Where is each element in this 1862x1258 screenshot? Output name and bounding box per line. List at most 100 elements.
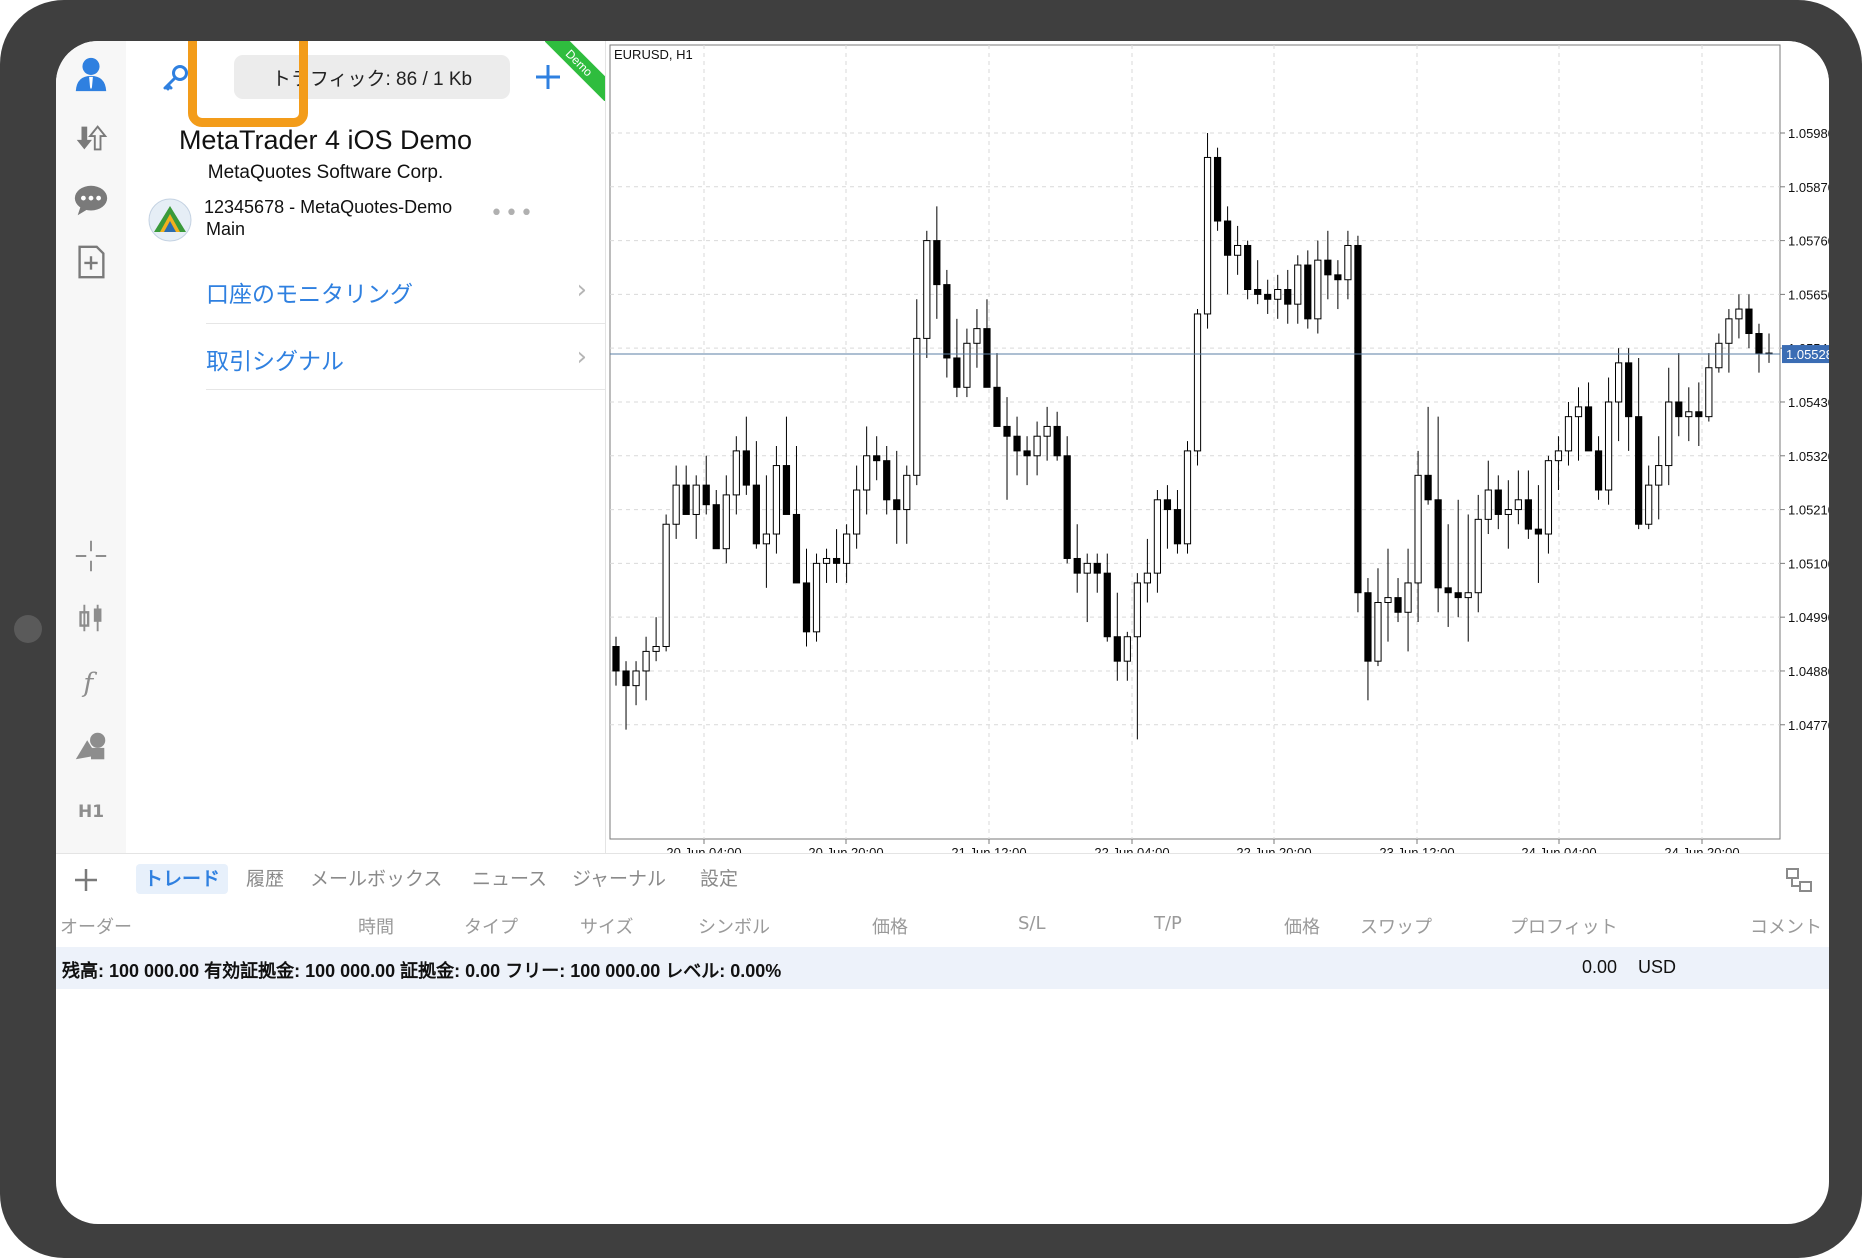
chart-type-icon[interactable] [70,597,112,639]
crosshair-icon[interactable] [70,535,112,577]
bear-candle [1173,509,1182,545]
bull-candle [973,328,981,344]
bull-candle [923,240,931,339]
bear-candle [702,484,710,506]
candlestick-chart[interactable]: 1.059801.058701.057601.056501.055401.054… [606,41,1829,853]
bull-candle [1344,244,1352,281]
bear-candle [1675,401,1683,418]
bull-candle [1715,342,1723,369]
menu-item-label: 取引シグナル [206,349,344,375]
total-profit: 0.00 [1582,957,1618,977]
objects-icon[interactable] [70,725,112,767]
y-tick-label: 1.05210 [1788,503,1829,518]
y-tick-label: 1.05870 [1788,180,1829,195]
trade-icon[interactable] [70,117,112,159]
bull-candle [692,484,700,515]
tab-mailbox[interactable]: メールボックス [310,864,442,894]
app-screen: f H1 トラフィック: 86 / 1 Kb Demo MetaTrader 4… [56,41,1829,1224]
bear-candle [1755,333,1763,354]
bear-candle [1063,455,1071,559]
bear-candle [1424,474,1432,501]
column-symbol: シンボル [698,917,770,938]
bull-candle [1314,259,1322,320]
bull-candle [1705,367,1713,418]
bull-candle [1474,518,1482,594]
chat-icon[interactable] [70,179,112,221]
tab-journal[interactable]: ジャーナル [572,864,666,894]
bull-candle [903,474,911,511]
layout-icon[interactable] [1784,866,1814,896]
bear-candle [612,646,620,672]
timeframe-button[interactable]: H1 [70,791,112,833]
bear-candle [1625,362,1633,418]
y-tick-label: 1.04990 [1788,610,1829,625]
bear-candle [752,484,760,545]
timeframe-label: H1 [77,802,105,822]
bear-candle [1304,264,1312,320]
current-price-label: 1.05528 [1786,347,1829,362]
bear-candle [883,460,891,501]
y-tick-label: 1.04770 [1788,718,1829,733]
bear-candle [1244,244,1252,290]
bear-candle [1284,288,1292,305]
y-tick-label: 1.05650 [1788,287,1829,302]
bear-candle [1394,597,1402,613]
divider [206,389,605,390]
bear-candle [893,499,901,511]
bull-candle [1083,562,1091,574]
bull-candle [1183,450,1192,545]
bear-candle [933,240,941,286]
price-chart[interactable]: 1.059801.058701.057601.056501.055401.054… [606,41,1829,853]
bull-candle [1615,362,1623,403]
bear-candle [1454,592,1462,599]
add-order-icon[interactable] [72,866,100,894]
x-tick-label: 24 Jun 20:00 [1664,845,1739,853]
bear-candle [1324,259,1332,276]
x-tick-label: 24 Jun 04:00 [1521,845,1596,853]
bull-candle [1294,264,1302,305]
indicator-icon[interactable]: f [70,661,112,703]
account-company: MetaQuotes Software Corp. [207,162,444,183]
new-document-icon[interactable] [70,241,112,283]
tab-settings[interactable]: 設定 [700,864,738,894]
column-current-price: 価格 [1284,917,1320,938]
bear-candle [1444,587,1452,594]
tab-news[interactable]: ニュース [472,864,547,894]
y-tick-label: 1.05430 [1788,395,1829,410]
bear-candle [1584,406,1593,452]
bear-candle [782,465,791,515]
bear-candle [1013,435,1021,452]
bull-candle [1574,406,1583,418]
bear-candle [1113,636,1121,662]
bull-candle [1725,318,1733,344]
account-row[interactable]: 12345678 - MetaQuotes-Demo Main ••• [146,191,605,251]
tab-trade[interactable]: トレード [136,864,229,894]
bull-candle [722,494,730,550]
menu-item-trading-signals[interactable]: 取引シグナル › [206,323,605,390]
bull-candle [1464,592,1472,599]
column-comment: コメント [1750,917,1822,938]
change-password-button[interactable] [140,53,212,105]
bear-candle [1364,592,1372,662]
metatrader-logo-icon [148,198,192,242]
terminal-tabbar: トレード 履歴 メールボックス ニュース ジャーナル 設定 [56,853,1829,904]
bear-candle [953,357,961,388]
accounts-panel: トラフィック: 86 / 1 Kb Demo MetaTrader 4 iOS … [126,41,606,853]
chart-title: EURUSD, H1 [614,47,693,62]
y-tick-label: 1.05760 [1788,234,1829,249]
more-options-button[interactable]: ••• [490,201,535,226]
bull-candle [1655,465,1663,486]
column-swap: スワップ [1360,917,1432,938]
column-profit: プロフィット [1510,917,1618,938]
bull-candle [672,484,680,525]
column-tp: T/P [1154,913,1182,934]
home-button[interactable] [14,615,42,643]
ipad-frame: f H1 トラフィック: 86 / 1 Kb Demo MetaTrader 4… [0,0,1862,1258]
bull-candle [863,455,871,491]
tab-history[interactable]: 履歴 [246,864,284,894]
bear-candle [1003,425,1011,437]
accounts-icon[interactable] [70,53,112,95]
balance-summary-row: 残高: 100 000.00 有効証拠金: 100 000.00 証拠金: 0.… [56,947,1829,989]
bear-candle [943,284,951,359]
menu-item-account-monitoring[interactable]: 口座のモニタリング › [206,257,605,323]
